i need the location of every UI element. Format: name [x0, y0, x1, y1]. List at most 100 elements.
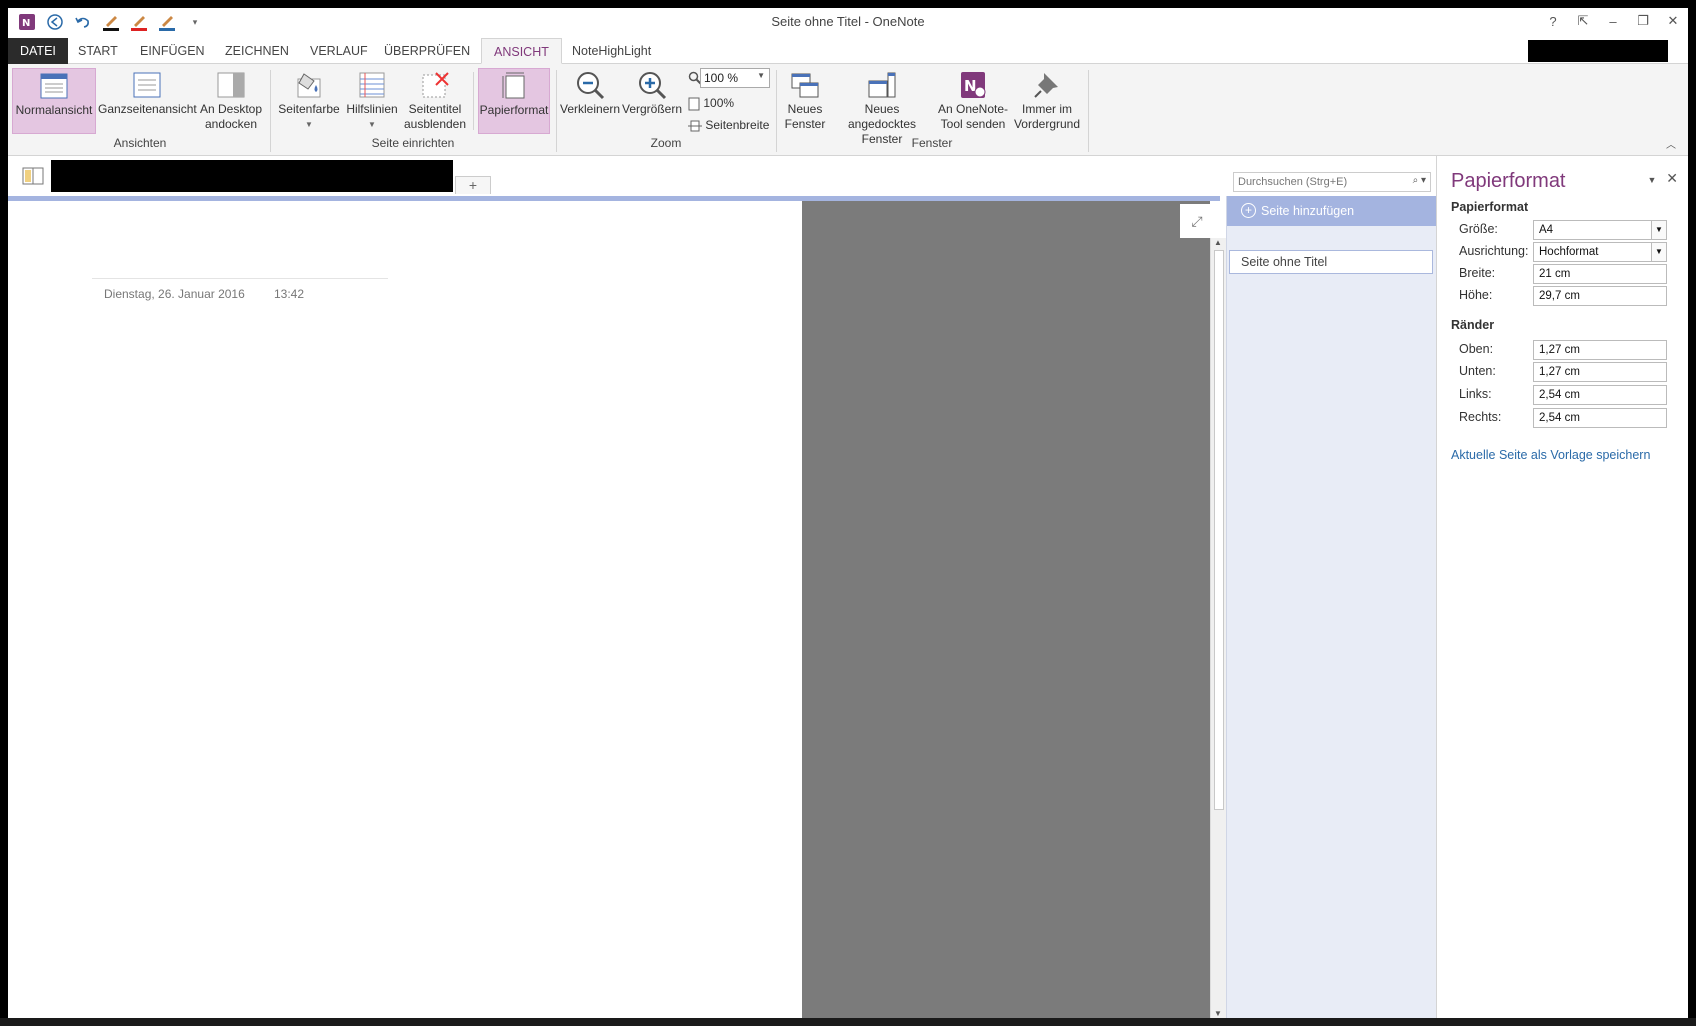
margin-left-field[interactable]: 2,54 cm — [1533, 385, 1667, 405]
vertical-scrollbar[interactable]: ▲ ▼ — [1210, 238, 1226, 1018]
note-page[interactable]: Dienstag, 26. Januar 2016 13:42 — [8, 201, 802, 1018]
tab-einfuegen[interactable]: EINFÜGEN — [128, 38, 217, 64]
width-field[interactable]: 21 cm — [1533, 264, 1667, 284]
page-color-button[interactable]: Seitenfarbe ▼ — [276, 68, 342, 134]
dock-to-desktop-button[interactable]: An Desktop andocken — [198, 68, 264, 134]
group-label-fenster: Fenster — [911, 136, 953, 150]
dropdown-arrow-icon: ▼ — [305, 120, 313, 129]
tab-notehighlight[interactable]: NoteHighLight — [560, 38, 663, 64]
always-on-top-button[interactable]: Immer im Vordergrund — [1012, 68, 1082, 134]
search-icon[interactable]: ⌕ ▾ — [1413, 175, 1426, 186]
margin-right-label: Rechts: — [1459, 410, 1502, 424]
new-docked-window-button[interactable]: Neues angedocktes Fenster — [830, 68, 934, 146]
dropdown-arrow-icon: ▼ — [757, 71, 765, 80]
page-time: 13:42 — [274, 287, 305, 301]
window-title: Seite ohne Titel - OneNote — [771, 14, 925, 29]
account-area[interactable] — [1528, 40, 1668, 62]
paper-size-button[interactable]: Papierformat — [478, 68, 550, 134]
scroll-down-icon[interactable]: ▼ — [1214, 1009, 1222, 1018]
docked-window-icon — [868, 72, 896, 98]
page-margin-area — [802, 201, 1210, 1018]
height-field[interactable]: 29,7 cm — [1533, 286, 1667, 306]
full-page-view-icon — [133, 72, 161, 98]
tab-start[interactable]: START — [66, 38, 130, 64]
rule-lines-button[interactable]: Hilfslinien ▼ — [344, 68, 400, 134]
dock-desktop-icon — [217, 72, 245, 98]
pane-options-icon[interactable]: ▼ — [1647, 175, 1656, 185]
help-button[interactable]: ? — [1538, 8, 1568, 34]
page-width-button[interactable]: Seitenbreite — [688, 118, 769, 132]
add-circle-icon: + — [1241, 203, 1256, 218]
ribbon-tabs: DATEI START EINFÜGEN ZEICHNEN VERLAUF ÜB… — [8, 36, 1688, 64]
scroll-thumb[interactable] — [1214, 250, 1224, 810]
close-button[interactable]: ✕ — [1658, 8, 1688, 34]
minimize-button[interactable]: – — [1598, 8, 1628, 34]
zoom-out-button[interactable]: Verkleinern — [560, 68, 620, 134]
paper-size-icon — [502, 72, 525, 99]
height-label: Höhe: — [1459, 288, 1493, 302]
new-window-button[interactable]: Neues Fenster — [780, 68, 830, 134]
tab-verlauf[interactable]: VERLAUF — [298, 38, 380, 64]
group-label-ansichten: Ansichten — [113, 136, 167, 150]
orientation-select[interactable]: Hochformat — [1533, 242, 1667, 262]
onenote-send-icon: N — [961, 72, 986, 98]
rule-lines-icon — [359, 72, 385, 98]
zoom-in-button[interactable]: Vergrößern — [622, 68, 682, 134]
add-section-button[interactable]: + — [455, 176, 491, 194]
zoom-in-icon — [639, 72, 667, 100]
section-heading-margins: Ränder — [1451, 318, 1495, 332]
ribbon-divider — [1088, 70, 1089, 152]
tab-zeichnen[interactable]: ZEICHNEN — [213, 38, 301, 64]
collapse-ribbon-icon[interactable]: ︿ — [1666, 136, 1676, 151]
add-page-button[interactable]: + Seite hinzufügen — [1227, 196, 1436, 226]
dropdown-arrow-icon: ▼ — [368, 120, 376, 129]
zoom-level-input[interactable]: 100 % ▼ — [700, 68, 770, 88]
hide-page-title-button[interactable]: Seitentitel ausblenden — [402, 68, 468, 134]
notebook-bar: + — [8, 156, 1428, 196]
group-label-seite-einrichten: Seite einrichten — [371, 136, 455, 150]
hide-title-icon — [422, 72, 449, 98]
full-page-view-button[interactable]: Ganzseitenansicht — [98, 68, 197, 134]
pane-close-icon[interactable]: ✕ — [1666, 170, 1678, 186]
title-underline — [92, 278, 388, 279]
new-window-icon — [791, 73, 819, 98]
page-list: + Seite hinzufügen Seite ohne Titel — [1226, 196, 1436, 1018]
paint-bucket-icon — [297, 73, 321, 98]
size-select[interactable]: A4 — [1533, 220, 1667, 240]
margin-right-field[interactable]: 2,54 cm — [1533, 408, 1667, 428]
pane-title: Papierformat — [1451, 170, 1566, 192]
page-list-item[interactable]: Seite ohne Titel — [1229, 250, 1433, 274]
search-input[interactable]: Durchsuchen (Strg+E) ⌕ ▾ — [1233, 172, 1431, 192]
size-label: Größe: — [1459, 222, 1498, 236]
margin-top-field[interactable]: 1,27 cm — [1533, 340, 1667, 360]
taskbar-strip — [0, 1018, 1696, 1026]
maximize-button[interactable]: ❐ — [1628, 8, 1658, 34]
pin-icon — [1034, 73, 1058, 98]
scroll-up-icon[interactable]: ▲ — [1214, 238, 1222, 247]
tab-datei[interactable]: DATEI — [8, 38, 68, 64]
normal-view-button[interactable]: Normalansicht — [12, 68, 96, 134]
section-tab-redacted[interactable] — [51, 160, 453, 192]
ribbon: Normalansicht Ganzseitenansicht An Deskt… — [8, 64, 1688, 156]
tab-ueberpruefen[interactable]: ÜBERPRÜFEN — [372, 38, 482, 64]
title-bar: N ▾ Seite ohne Titel - OneNote ? ⇱ – ❐ ✕ — [8, 8, 1688, 36]
page-date: Dienstag, 26. Januar 2016 — [104, 287, 245, 301]
zoom-out-icon — [577, 72, 605, 100]
margin-bottom-label: Unten: — [1459, 364, 1496, 378]
margin-bottom-field[interactable]: 1,27 cm — [1533, 362, 1667, 382]
onenote-window: N ▾ Seite ohne Titel - OneNote ? ⇱ – ❐ ✕… — [8, 8, 1688, 1018]
ribbon-display-button[interactable]: ⇱ — [1568, 8, 1598, 34]
group-label-zoom: Zoom — [650, 136, 682, 150]
window-controls: ? ⇱ – ❐ ✕ — [1538, 8, 1688, 34]
width-label: Breite: — [1459, 266, 1496, 280]
expand-icon[interactable]: ⤢ — [1180, 204, 1214, 238]
save-as-template-link[interactable]: Aktuelle Seite als Vorlage speichern — [1451, 448, 1650, 462]
send-to-onenote-tool-button[interactable]: N An OneNote- Tool senden — [936, 68, 1010, 134]
notebook-icon[interactable] — [22, 166, 44, 189]
page-width-icon — [688, 120, 702, 132]
paper-size-pane: Papierformat ▼ ✕ Papierformat Größe: A4 … — [1436, 156, 1688, 1018]
tab-ansicht[interactable]: ANSICHT — [481, 38, 562, 64]
zoom-100-button[interactable]: 100% — [688, 96, 734, 111]
content-area: + Durchsuchen (Strg+E) ⌕ ▾ Dienstag, 26.… — [8, 156, 1688, 1018]
ribbon-divider — [473, 72, 474, 130]
